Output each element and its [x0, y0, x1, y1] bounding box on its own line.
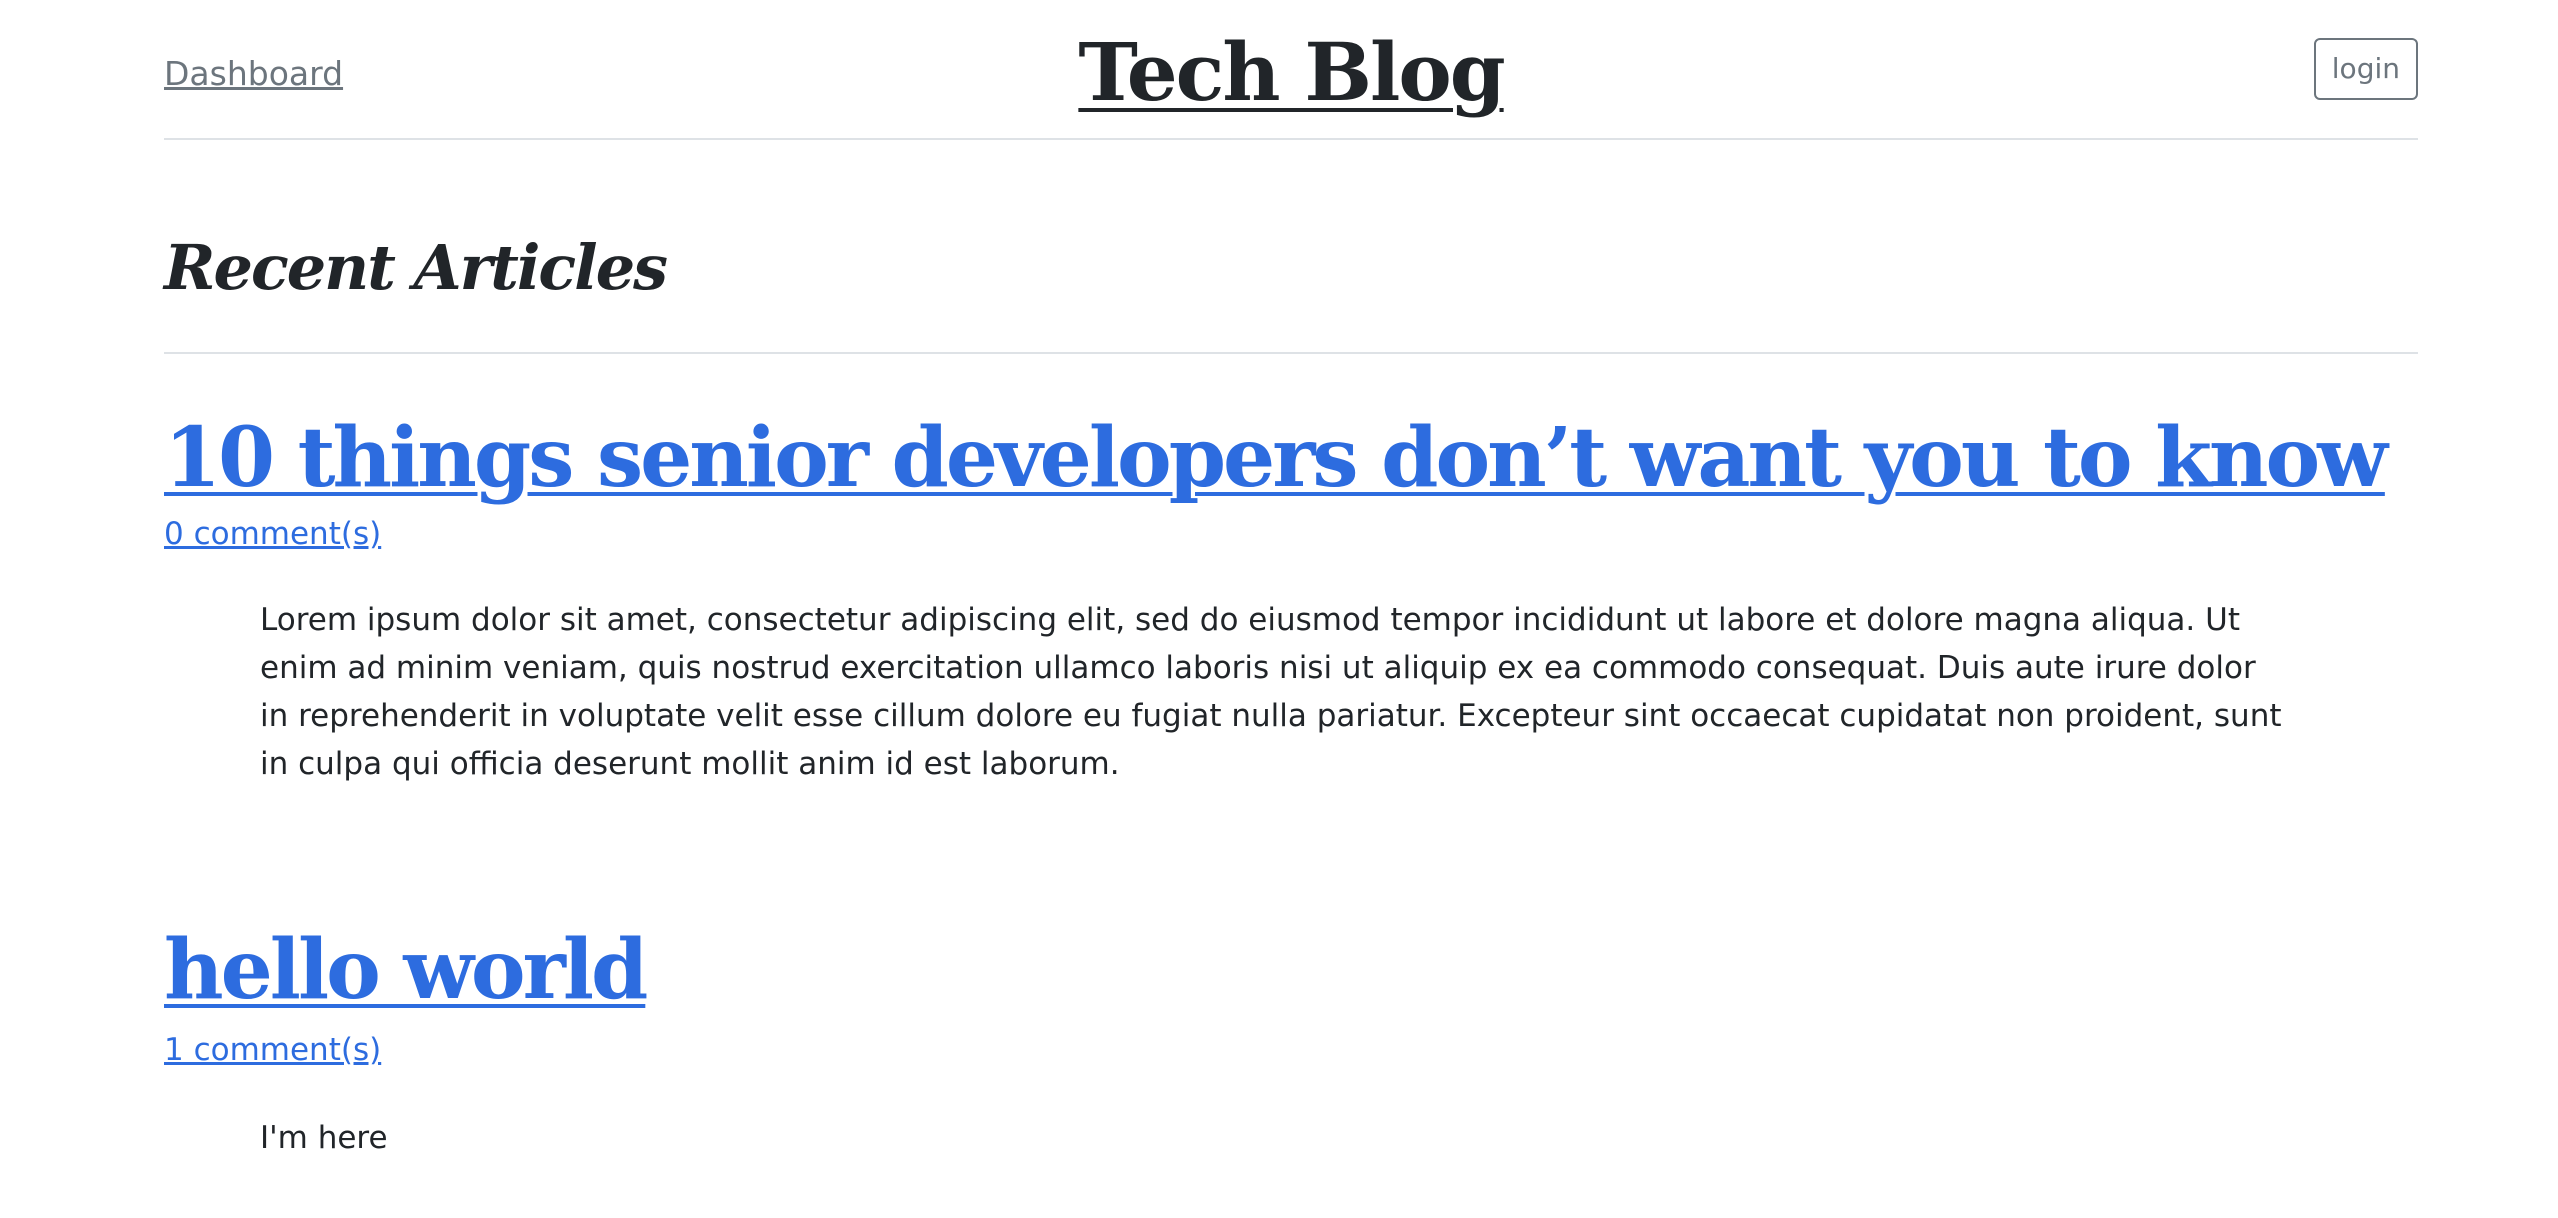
site-title: Tech Blog	[164, 24, 2418, 120]
article-title: 10 things senior developers don’t want y…	[164, 408, 2388, 508]
article-title: hello world	[164, 920, 648, 1020]
section-divider	[164, 352, 2418, 354]
page: Dashboard Tech Blog login Recent Article…	[0, 0, 2558, 1218]
site-title-link[interactable]: Tech Blog	[1078, 25, 1505, 119]
article-body: I'm here	[260, 1120, 388, 1156]
site-header: Dashboard Tech Blog login	[164, 0, 2418, 140]
article-title-link[interactable]: hello world	[164, 922, 648, 1018]
article-comments-link[interactable]: 1 comment(s)	[164, 1030, 381, 1070]
article-title-link[interactable]: 10 things senior developers don’t want y…	[164, 410, 2388, 506]
login-button[interactable]: login	[2313, 38, 2418, 100]
main-container: Dashboard Tech Blog login Recent Article…	[164, 0, 2418, 1156]
section-heading: Recent Articles	[164, 231, 668, 304]
article-comments-link[interactable]: 0 comment(s)	[164, 514, 381, 554]
article-body: Lorem ipsum dolor sit amet, consectetur …	[260, 602, 2282, 782]
